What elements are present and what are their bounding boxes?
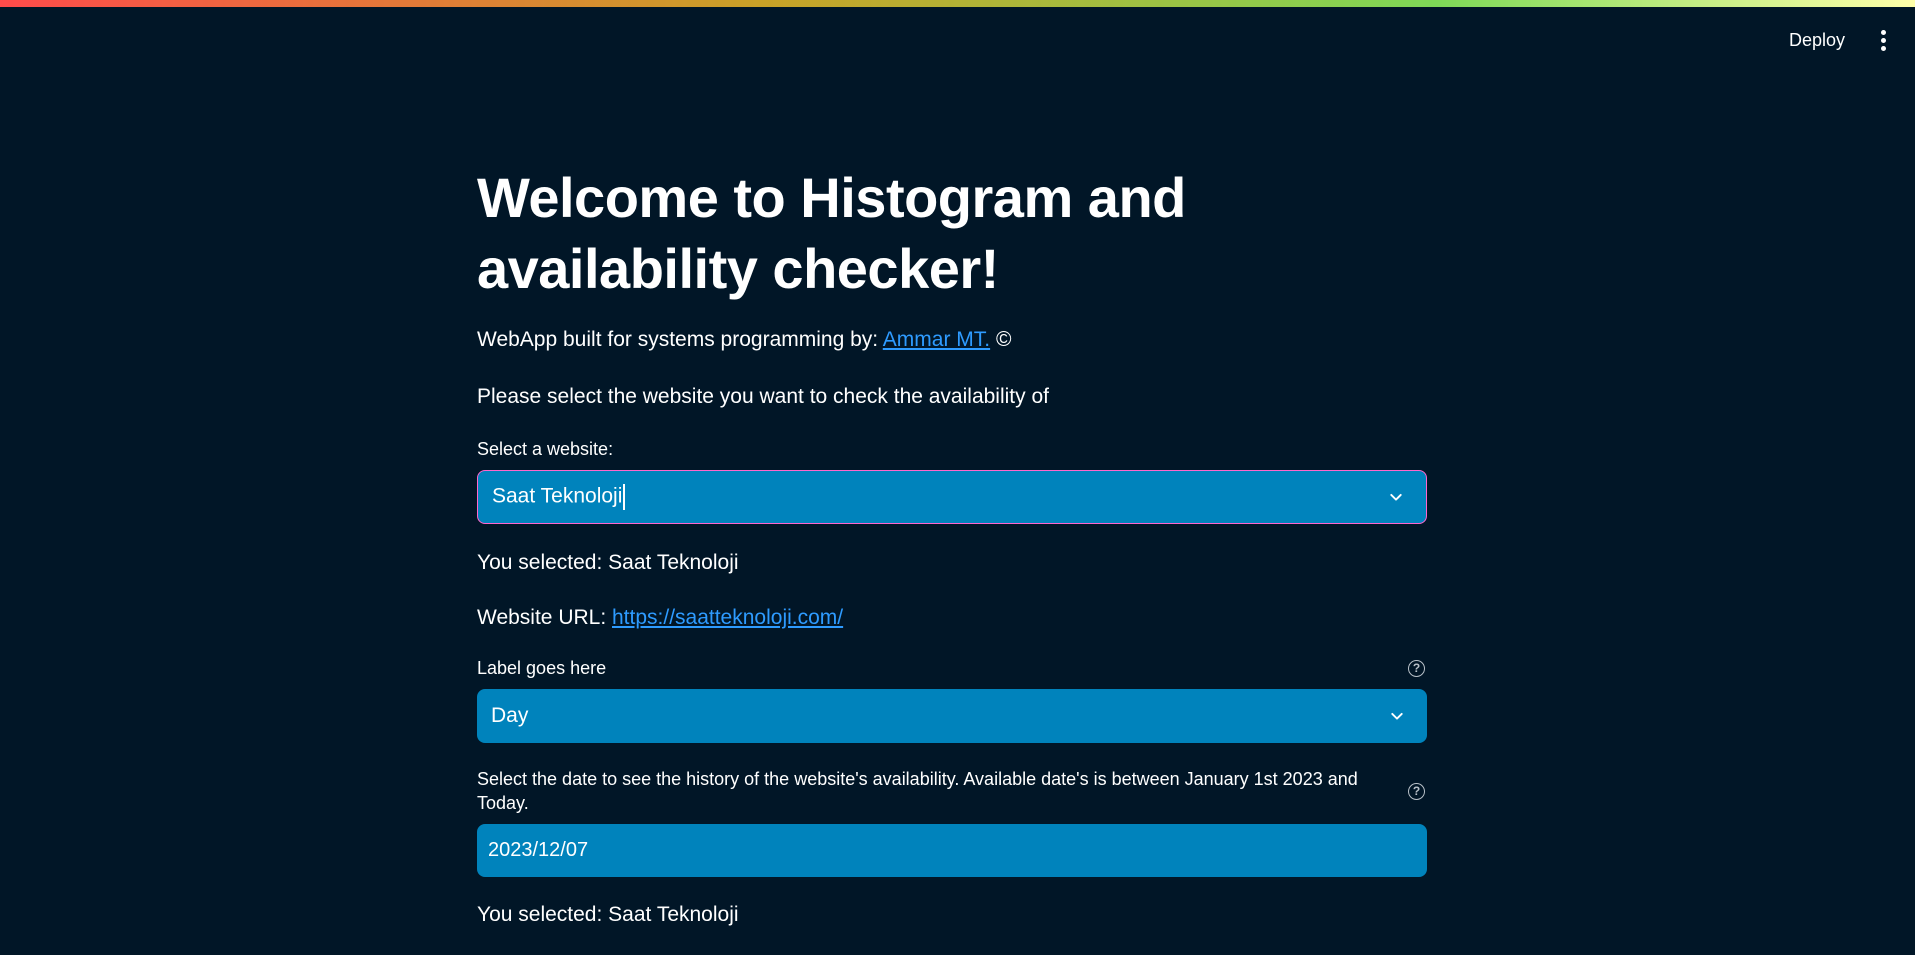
- byline-suffix: ©: [990, 328, 1012, 351]
- website-select[interactable]: Saat Teknoloji: [477, 470, 1427, 524]
- website-url-prefix: Website URL:: [477, 606, 612, 629]
- help-icon[interactable]: ?: [1408, 659, 1425, 677]
- date-input-group: Select the date to see the history of th…: [477, 767, 1427, 877]
- chevron-down-icon: [1391, 710, 1403, 722]
- main-content: Welcome to Histogram and availability ch…: [477, 162, 1427, 929]
- website-select-value: Saat Teknoloji: [492, 484, 623, 508]
- period-select-value: Day: [491, 704, 529, 727]
- deploy-button[interactable]: Deploy: [1781, 26, 1853, 55]
- period-select[interactable]: Day: [477, 689, 1427, 743]
- date-input[interactable]: 2023/12/07: [477, 824, 1427, 877]
- website-select-value-wrap: Saat Teknoloji: [492, 484, 626, 510]
- text-cursor: [623, 484, 626, 510]
- website-url-line: Website URL: https://saatteknoloji.com/: [477, 604, 1427, 632]
- help-icon[interactable]: ?: [1408, 782, 1425, 800]
- selected-website-text-2: You selected: Saat Teknoloji: [477, 903, 739, 926]
- period-select-label-row: Label goes here ?: [477, 656, 1427, 680]
- selected-website-text: You selected: Saat Teknoloji: [477, 551, 739, 574]
- byline-prefix: WebApp built for systems programming by:: [477, 328, 883, 351]
- instructions-text: Please select the website you want to ch…: [477, 385, 1049, 408]
- page-title: Welcome to Histogram and availability ch…: [477, 166, 1186, 300]
- top-decoration-bar: [0, 0, 1915, 7]
- website-select-group: Select a website: Saat Teknoloji: [477, 437, 1427, 524]
- byline: WebApp built for systems programming by:…: [477, 326, 1427, 354]
- website-select-label: Select a website:: [477, 439, 614, 459]
- date-input-value: 2023/12/07: [488, 839, 589, 861]
- period-select-group: Label goes here ? Day: [477, 656, 1427, 743]
- date-input-label: Select the date to see the history of th…: [477, 769, 1358, 813]
- website-select-label-row: Select a website:: [477, 437, 1427, 461]
- period-select-label: Label goes here: [477, 658, 607, 678]
- author-link[interactable]: Ammar MT.: [883, 328, 990, 351]
- website-url-link[interactable]: https://saatteknoloji.com/: [612, 606, 843, 629]
- date-input-label-row: Select the date to see the history of th…: [477, 767, 1427, 815]
- header-toolbar: Deploy: [1781, 26, 1893, 55]
- vertical-ellipsis-icon[interactable]: [1873, 29, 1893, 53]
- chevron-down-icon: [1390, 491, 1402, 503]
